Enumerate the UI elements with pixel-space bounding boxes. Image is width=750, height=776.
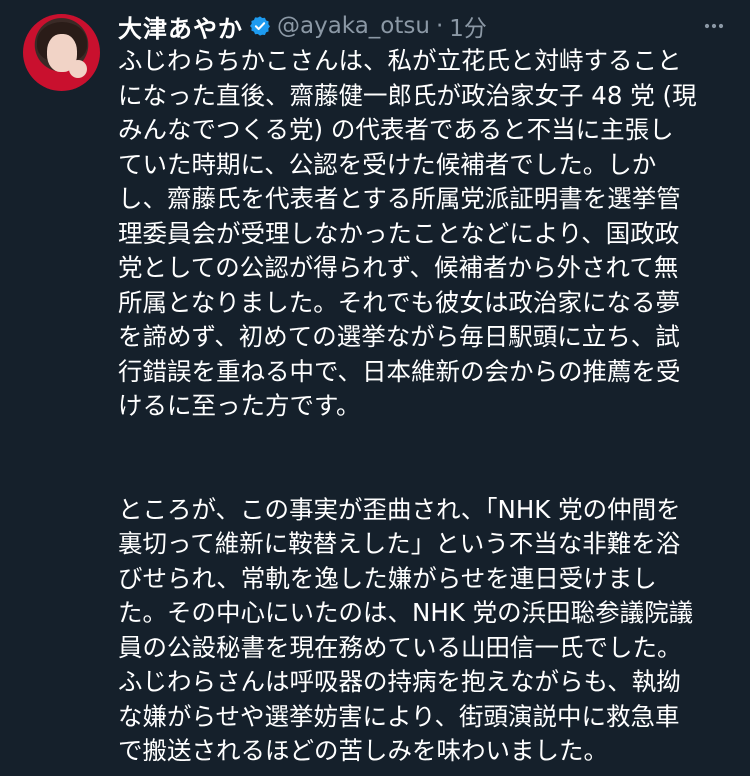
text-line: 所属となりました。それでも彼女は政治家になる夢 — [118, 287, 681, 317]
text-line: みんなでつくる党) の代表者であると不当に主張し — [118, 115, 674, 144]
paragraph-1: ふじわらちかこさんは、私が立花氏と対峙すること になった直後、齋藤健一郎氏が政治… — [118, 44, 736, 424]
verified-badge-icon — [249, 15, 271, 37]
text-line: びせられ、常軌を逸した嫌がらせを連日受けまし — [118, 563, 657, 593]
tweet-text: ふじわらちかこさんは、私が立花氏と対峙すること になった直後、齋藤健一郎氏が政治… — [118, 44, 736, 769]
timestamp[interactable]: 1分 — [449, 9, 487, 43]
separator-dot: · — [435, 13, 444, 39]
paragraph-break — [118, 424, 736, 493]
text-line: た。その中心にいたのは、NHK 党の浜田聡参議院議 — [118, 598, 694, 627]
text-line: ところが、この事実が歪曲され、「NHK 党の仲間を — [118, 494, 681, 524]
text-line: 裏切って維新に鞍替えした」という不当な非難を浴 — [118, 529, 681, 558]
text-line: な嫌がらせや選挙妨害により、街頭演説中に救急車 — [118, 701, 680, 731]
text-line: 行錯誤を重ねる中で、日本維新の会からの推薦を受 — [118, 356, 681, 386]
text-line: を諦めず、初めての選挙ながら毎日駅頭に立ち、試 — [118, 322, 680, 351]
text-line: 理委員会が受理しなかったことなどにより、国政政 — [118, 218, 680, 248]
more-options-icon[interactable] — [702, 14, 726, 38]
avatar[interactable] — [23, 14, 100, 91]
text-line: で搬送されるほどの苦しみを味わいました。 — [118, 736, 608, 765]
text-line: 員の公設秘書を現在務めている山田信一氏でした。 — [118, 632, 682, 662]
tweet[interactable]: 大津あやか @ayaka_otsu · 1分 ふじわらちかこさんは、私が立花氏と… — [0, 0, 750, 776]
display-name[interactable]: 大津あやか — [118, 9, 243, 44]
tweet-header: 大津あやか @ayaka_otsu · 1分 — [118, 8, 487, 44]
text-line: ふじわらちかこさんは、私が立花氏と対峙すること — [118, 46, 682, 75]
avatar-hand — [69, 60, 87, 78]
text-line: になった直後、齋藤健一郎氏が政治家女子 48 党 (現 — [118, 80, 697, 110]
user-handle[interactable]: @ayaka_otsu — [277, 13, 430, 39]
text-line: 党としての公認が得られず、候補者から外されて無 — [118, 253, 679, 282]
text-line: し、齋藤氏を代表者とする所属党派証明書を選挙管 — [118, 184, 681, 213]
text-line: けるに至った方です。 — [118, 391, 361, 420]
text-line: ふじわらさんは呼吸器の持病を抱えながらも、執拗 — [118, 667, 681, 696]
paragraph-2: ところが、この事実が歪曲され、「NHK 党の仲間を 裏切って維新に鞍替えした」と… — [118, 493, 736, 769]
text-line: ていた時期に、公認を受けた候補者でした。しか — [118, 149, 657, 179]
